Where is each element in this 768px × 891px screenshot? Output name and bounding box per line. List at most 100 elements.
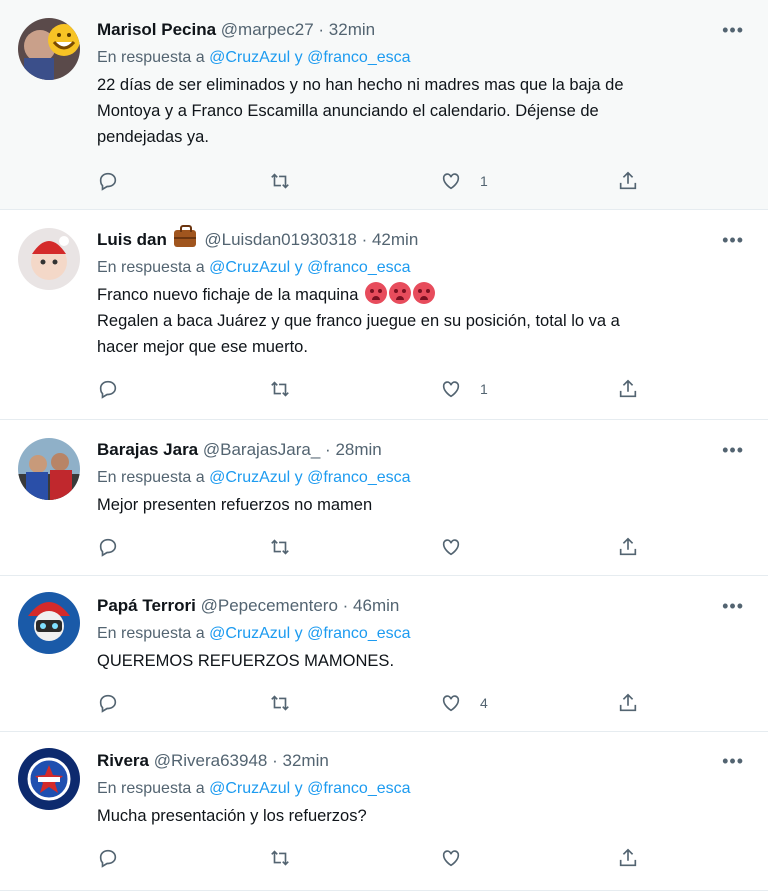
more-icon[interactable]: ••• [722, 751, 744, 772]
tweet-actions [97, 845, 657, 871]
avatar[interactable] [18, 748, 80, 810]
user-handle[interactable]: @Luisdan01930318 [204, 230, 356, 249]
share-button[interactable] [617, 845, 639, 871]
separator-dot: · [325, 440, 331, 459]
tweet-header: Rivera @Rivera63948 · 32min [97, 751, 708, 773]
user-handle[interactable]: @Pepecementero [201, 596, 338, 615]
like-icon [442, 850, 460, 867]
display-name[interactable]: Papá Terrori [97, 596, 196, 615]
reply-prefix: En respuesta a [97, 469, 205, 486]
reply-context: En respuesta a @CruzAzul y @franco_esca [97, 779, 708, 799]
share-button[interactable] [617, 534, 639, 560]
share-icon [619, 379, 637, 398]
like-count: 1 [480, 173, 488, 189]
like-icon [442, 539, 460, 556]
reply-button[interactable] [97, 376, 119, 402]
timestamp[interactable]: 42min [372, 230, 418, 249]
more-icon[interactable]: ••• [722, 20, 744, 41]
text-line: pendejadas ya. [97, 128, 209, 146]
reply-button[interactable] [97, 534, 119, 560]
reply-icon [99, 694, 117, 713]
reply-context: En respuesta a @CruzAzul y @franco_esca [97, 258, 708, 278]
like-button[interactable]: 4 [440, 690, 488, 716]
more-icon[interactable]: ••• [722, 440, 744, 461]
tweet-1[interactable]: Luis dan @Luisdan01930318 · 42min En res… [0, 210, 768, 420]
retweet-button[interactable] [269, 534, 291, 560]
user-handle[interactable]: @BarajasJara_ [203, 440, 320, 459]
text-line: Franco nuevo fichaje de la maquina [97, 282, 708, 308]
reply-mentions[interactable]: @CruzAzul y @franco_esca [209, 780, 410, 797]
share-icon [619, 693, 637, 712]
timestamp[interactable]: 32min [283, 751, 329, 770]
retweet-icon [271, 539, 289, 555]
display-name[interactable]: Barajas Jara [97, 440, 198, 459]
display-name[interactable]: Rivera [97, 751, 149, 770]
angry-face-icon [365, 282, 388, 304]
retweet-icon [271, 173, 289, 189]
avatar[interactable] [18, 592, 80, 654]
like-button[interactable] [440, 845, 480, 871]
display-name[interactable]: Marisol Pecina [97, 20, 216, 39]
tweet-text: 22 días de ser eliminados y no han hecho… [97, 72, 708, 150]
like-icon [442, 381, 460, 398]
timestamp[interactable]: 28min [335, 440, 381, 459]
more-icon[interactable]: ••• [722, 230, 744, 251]
tweet-2[interactable]: Barajas Jara @BarajasJara_ · 28min En re… [0, 420, 768, 576]
retweet-button[interactable] [269, 690, 291, 716]
reply-context: En respuesta a @CruzAzul y @franco_esca [97, 48, 708, 68]
reply-icon [99, 849, 117, 868]
tweet-text: Mejor presenten refuerzos no mamen [97, 492, 708, 518]
timestamp[interactable]: 46min [353, 596, 399, 615]
text-line: Regalen a baca Juárez y que franco juegu… [97, 312, 620, 330]
tweet-header: Papá Terrori @Pepecementero · 46min [97, 596, 708, 618]
avatar[interactable] [18, 438, 80, 500]
separator-dot: · [342, 596, 349, 615]
timestamp[interactable]: 32min [329, 20, 375, 39]
display-name[interactable]: Luis dan [97, 230, 167, 249]
text-line: QUEREMOS REFUERZOS MAMONES. [97, 652, 395, 670]
like-count: 4 [480, 695, 488, 711]
share-icon [619, 537, 637, 556]
reply-button[interactable] [97, 168, 119, 194]
avatar[interactable] [18, 228, 80, 290]
tweet-text: Franco nuevo fichaje de la maquina Regal… [97, 282, 708, 360]
share-button[interactable] [617, 690, 639, 716]
tweet-4[interactable]: Rivera @Rivera63948 · 32min En respuesta… [0, 732, 768, 891]
like-button[interactable]: 1 [440, 376, 488, 402]
reply-button[interactable] [97, 690, 119, 716]
more-icon[interactable]: ••• [722, 596, 744, 617]
like-icon [442, 695, 460, 712]
retweet-icon [271, 850, 289, 866]
tweet-3[interactable]: Papá Terrori @Pepecementero · 46min En r… [0, 576, 768, 732]
tweet-header: Barajas Jara @BarajasJara_ · 28min [97, 440, 708, 462]
reply-mentions[interactable]: @CruzAzul y @franco_esca [209, 49, 410, 66]
text-line: 22 días de ser eliminados y no han hecho… [97, 76, 624, 94]
retweet-button[interactable] [269, 845, 291, 871]
like-button[interactable] [440, 534, 480, 560]
retweet-icon [271, 381, 289, 397]
tweet-0[interactable]: Marisol Pecina @marpec27 · 32min En resp… [0, 0, 768, 210]
reply-mentions[interactable]: @CruzAzul y @franco_esca [209, 625, 410, 642]
reply-button[interactable] [97, 845, 119, 871]
tweet-actions: 1 [97, 376, 657, 402]
retweet-button[interactable] [269, 168, 291, 194]
reply-mentions[interactable]: @CruzAzul y @franco_esca [209, 469, 410, 486]
retweet-button[interactable] [269, 376, 291, 402]
reply-context: En respuesta a @CruzAzul y @franco_esca [97, 624, 708, 644]
share-icon [619, 848, 637, 867]
share-button[interactable] [617, 376, 639, 402]
text-line: Mucha presentación y los refuerzos? [97, 807, 367, 825]
tweet-actions: 4 [97, 690, 657, 716]
share-button[interactable] [617, 168, 639, 194]
avatar[interactable] [18, 18, 80, 80]
user-handle[interactable]: @Rivera63948 [154, 751, 268, 770]
reply-mentions[interactable]: @CruzAzul y @franco_esca [209, 259, 410, 276]
text-line-content: Franco nuevo fichaje de la maquina [97, 286, 359, 304]
separator-dot: · [318, 20, 325, 39]
like-button[interactable]: 1 [440, 168, 488, 194]
reply-feed: Marisol Pecina @marpec27 · 32min En resp… [0, 0, 768, 891]
tweet-actions [97, 534, 657, 560]
reply-prefix: En respuesta a [97, 49, 205, 66]
user-handle[interactable]: @marpec27 [221, 20, 314, 39]
reply-context: En respuesta a @CruzAzul y @franco_esca [97, 468, 708, 488]
